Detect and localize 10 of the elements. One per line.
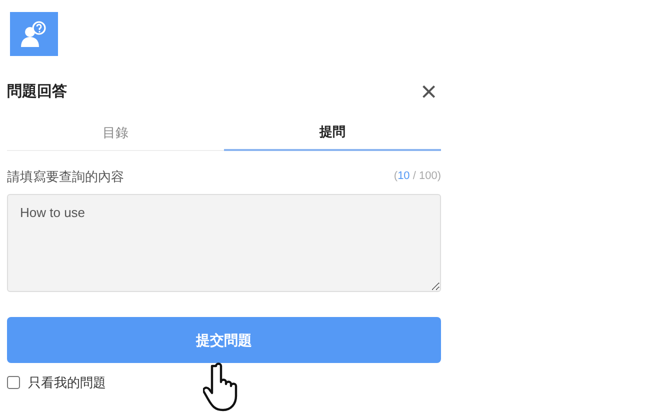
panel-title: 問題回答 [7, 82, 67, 102]
question-field[interactable]: How to use [7, 194, 441, 292]
help-app-icon[interactable] [10, 12, 58, 56]
field-label: 請填寫要查詢的內容 [7, 168, 124, 186]
close-button[interactable]: × [416, 78, 441, 106]
character-counter: (10 / 100) [394, 169, 441, 184]
tab[interactable]: 提問 [224, 116, 441, 150]
filter-checkbox[interactable] [7, 376, 20, 390]
filter-label[interactable]: 只看我的問題 [28, 373, 106, 392]
tab[interactable]: 目錄 [7, 116, 224, 150]
